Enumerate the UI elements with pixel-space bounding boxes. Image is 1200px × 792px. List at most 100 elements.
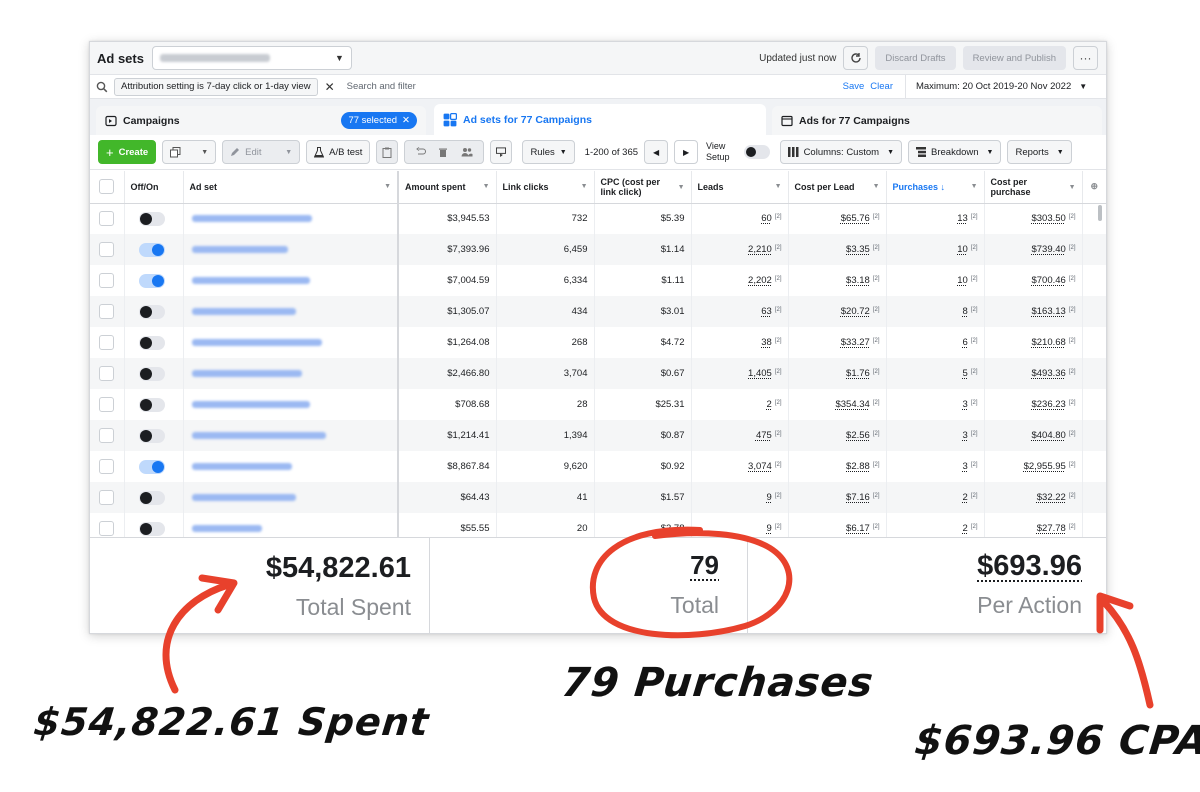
table-row[interactable]: $55.55 20 $2.78 9 [2] $6.17 [2] 2 [2] $27.78 [2] xyxy=(90,513,1106,537)
row-checkbox[interactable] xyxy=(99,490,115,505)
adset-name-cell[interactable] xyxy=(183,451,399,482)
delivery-toggle[interactable] xyxy=(138,521,165,536)
row-select-cell[interactable] xyxy=(90,203,125,234)
adset-name-cell[interactable] xyxy=(183,296,399,327)
row-checkbox[interactable] xyxy=(99,335,115,350)
adset-name-cell[interactable] xyxy=(183,358,399,389)
duplicate-button[interactable]: ▼ xyxy=(162,140,217,164)
adset-name-redacted[interactable] xyxy=(191,525,262,532)
column-header-link-clicks[interactable]: Link clicks ▼ xyxy=(496,171,595,204)
row-checkbox[interactable] xyxy=(99,211,115,227)
row-select-cell[interactable] xyxy=(90,420,125,451)
row-select-cell[interactable] xyxy=(90,513,125,537)
row-toggle-cell[interactable] xyxy=(124,358,184,389)
adset-name-redacted[interactable] xyxy=(191,432,326,439)
adset-name-redacted[interactable] xyxy=(191,339,322,346)
table-row[interactable]: $64.43 41 $1.57 9 [2] $7.16 [2] 2 [2] $32.22 [2] xyxy=(90,482,1106,513)
row-checkbox[interactable] xyxy=(99,242,115,257)
row-toggle-cell[interactable] xyxy=(124,327,184,358)
delivery-toggle[interactable] xyxy=(138,211,165,226)
account-selector[interactable]: ▼ xyxy=(151,46,352,70)
row-toggle-cell[interactable] xyxy=(124,265,184,296)
reports-button[interactable]: Reports ▼ xyxy=(1007,140,1072,164)
adset-name-cell[interactable] xyxy=(183,482,399,513)
clear-filter-link[interactable]: Clear xyxy=(870,81,893,92)
attribution-filter-chip[interactable]: Attribution setting is 7-day click or 1-… xyxy=(114,77,318,96)
row-toggle-cell[interactable] xyxy=(124,234,184,265)
row-checkbox[interactable] xyxy=(99,304,115,319)
row-toggle-cell[interactable] xyxy=(124,203,184,234)
close-icon[interactable]: ✕ xyxy=(402,115,410,126)
add-column-header[interactable]: ⊕ xyxy=(1082,171,1106,204)
search-input[interactable] xyxy=(346,81,837,92)
rules-button[interactable]: Rules ▼ xyxy=(522,140,575,164)
delivery-toggle[interactable] xyxy=(138,242,165,257)
delivery-toggle[interactable] xyxy=(138,490,165,505)
edit-button[interactable]: Edit ▼ xyxy=(222,140,301,164)
row-checkbox[interactable] xyxy=(99,428,115,443)
table-row[interactable]: $8,867.84 9,620 $0.92 3,074 [2] $2.88 [2] 3 [2] $… xyxy=(90,451,1106,482)
adset-name-redacted[interactable] xyxy=(191,308,296,315)
table-row[interactable]: $1,305.07 434 $3.01 63 [2] $20.72 [2] 8 [2] $163.… xyxy=(90,296,1106,327)
column-header-cpc[interactable]: CPC (cost per link click) ▼ xyxy=(594,171,692,204)
delivery-toggle[interactable] xyxy=(138,459,165,474)
column-header-cost-per-lead[interactable]: Cost per Lead ▼ xyxy=(788,171,887,204)
select-all-checkbox[interactable] xyxy=(99,179,115,195)
row-checkbox[interactable] xyxy=(99,366,115,381)
delivery-toggle[interactable] xyxy=(138,397,165,412)
columns-button[interactable]: Columns: Custom ▼ xyxy=(779,140,902,164)
adset-name-cell[interactable] xyxy=(183,513,399,537)
adset-name-redacted[interactable] xyxy=(191,370,302,377)
adset-name-redacted[interactable] xyxy=(191,494,296,501)
row-select-cell[interactable] xyxy=(90,389,125,420)
breakdown-button[interactable]: Breakdown ▼ xyxy=(908,140,1002,164)
table-row[interactable]: $1,264.08 268 $4.72 38 [2] $33.27 [2] 6 [2] $210.… xyxy=(90,327,1106,358)
undo-button[interactable] xyxy=(404,140,485,164)
row-toggle-cell[interactable] xyxy=(124,296,184,327)
adset-name-redacted[interactable] xyxy=(191,401,310,408)
adset-name-cell[interactable] xyxy=(183,327,399,358)
row-select-cell[interactable] xyxy=(90,358,125,389)
row-toggle-cell[interactable] xyxy=(124,389,184,420)
row-checkbox[interactable] xyxy=(99,459,115,474)
row-select-cell[interactable] xyxy=(90,327,125,358)
tab-adsets[interactable]: Ad sets for 77 Campaigns xyxy=(434,104,766,135)
row-select-cell[interactable] xyxy=(90,234,125,265)
column-header-leads[interactable]: Leads ▼ xyxy=(691,171,789,204)
column-header-offon[interactable]: Off/On xyxy=(124,171,184,204)
column-header-purchases[interactable]: Purchases ↓ ▼ xyxy=(886,171,985,204)
delivery-toggle[interactable] xyxy=(138,304,165,319)
row-select-cell[interactable] xyxy=(90,482,125,513)
save-filter-link[interactable]: Save xyxy=(843,81,865,92)
row-toggle-cell[interactable] xyxy=(124,451,184,482)
adset-name-cell[interactable] xyxy=(183,203,399,234)
ab-test-button[interactable]: A/B test xyxy=(306,140,371,164)
create-button[interactable]: + Create xyxy=(98,140,157,164)
review-publish-button[interactable]: Review and Publish xyxy=(962,46,1066,70)
row-checkbox[interactable] xyxy=(99,521,115,536)
adset-name-redacted[interactable] xyxy=(191,463,292,470)
clipboard-button[interactable] xyxy=(376,140,399,164)
prev-page-button[interactable]: ◀ xyxy=(644,140,669,164)
column-header-cost-per-purchase[interactable]: Cost per purchase ▼ xyxy=(984,171,1083,204)
row-toggle-cell[interactable] xyxy=(124,420,184,451)
view-setup-toggle[interactable] xyxy=(743,145,770,159)
view-setup-toggle-label[interactable]: View Setup xyxy=(706,141,730,163)
row-checkbox[interactable] xyxy=(99,397,115,412)
row-checkbox[interactable] xyxy=(99,273,115,288)
adset-name-cell[interactable] xyxy=(183,265,399,296)
delivery-toggle[interactable] xyxy=(138,335,165,350)
column-header-adset[interactable]: Ad set ▼ xyxy=(183,171,399,204)
adset-name-cell[interactable] xyxy=(183,234,399,265)
adset-name-redacted[interactable] xyxy=(191,277,310,284)
delivery-toggle[interactable] xyxy=(138,428,165,443)
discard-drafts-button[interactable]: Discard Drafts xyxy=(875,46,956,70)
table-row[interactable]: $3,945.53 732 $5.39 60 [2] $65.76 [2] 13 [2] $303… xyxy=(90,203,1106,234)
adset-name-redacted[interactable] xyxy=(191,215,312,223)
row-select-cell[interactable] xyxy=(90,296,125,327)
preview-button[interactable] xyxy=(490,140,513,164)
delivery-toggle[interactable] xyxy=(138,273,165,288)
column-header-amount-spent[interactable]: Amount spent ▼ xyxy=(398,171,497,204)
row-select-cell[interactable] xyxy=(90,265,125,296)
table-row[interactable]: $1,214.41 1,394 $0.87 475 [2] $2.56 [2] 3 [2] $40… xyxy=(90,420,1106,451)
